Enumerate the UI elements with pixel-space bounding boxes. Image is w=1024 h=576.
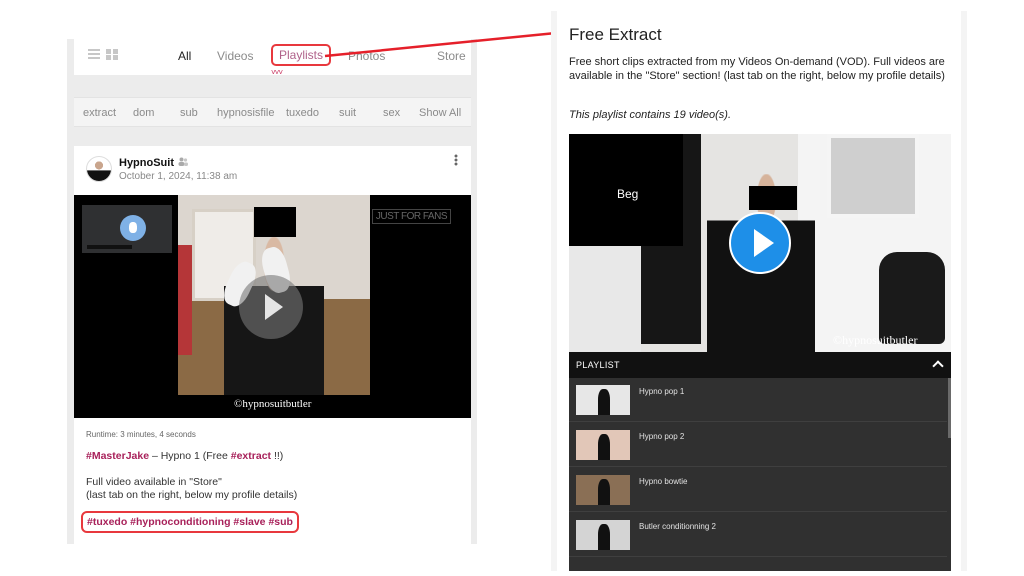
playlist-video-player[interactable]: Beg ©hypnosuitbutler: [569, 134, 951, 352]
playlist-header-label: PLAYLIST: [576, 360, 620, 370]
hashtag-link[interactable]: #MasterJake: [86, 450, 149, 462]
video-text-panel: Beg: [569, 134, 683, 246]
expand-chevron-icon[interactable]: ˅˅˅: [271, 68, 283, 77]
tab-bar: All Videos Playlists Photos Store ˅˅˅: [74, 39, 471, 77]
playlist-panel: Free Extract Free short clips extracted …: [551, 11, 967, 571]
tag-suit[interactable]: suit: [339, 107, 356, 119]
playlist-count: This playlist contains 19 video(s).: [569, 109, 732, 121]
tab-playlists[interactable]: Playlists: [271, 44, 332, 66]
play-icon[interactable]: [729, 212, 791, 274]
video-thumbnail: [576, 475, 630, 505]
playlist-item-title: Hypno bowtie: [639, 477, 688, 486]
tab-all[interactable]: All: [178, 49, 191, 63]
video-thumbnail: [576, 385, 630, 415]
justforfans-logo: JUST FOR FANS: [371, 209, 451, 224]
profile-feed-panel: All Videos Playlists Photos Store ˅˅˅ ex…: [67, 39, 477, 544]
video-thumbnail: [576, 430, 630, 460]
playlist-item-title: Butler conditionning 2: [639, 522, 716, 531]
more-options-icon[interactable]: [454, 154, 458, 166]
feed-post: HypnoSuit October 1, 2024, 11:38 am JUST…: [74, 146, 471, 544]
play-icon[interactable]: [239, 275, 303, 339]
tag-sub[interactable]: sub: [180, 107, 198, 119]
pip-label-bar: [87, 245, 132, 249]
tag-hypnosisfile[interactable]: hypnosisfile: [217, 107, 274, 119]
playlist-item[interactable]: Hypno pop 2: [569, 423, 947, 467]
video-overlay-text: Beg: [617, 187, 639, 201]
tag-filter-bar: extract dom sub hypnosisfile tuxedo suit…: [74, 97, 471, 127]
tab-videos[interactable]: Videos: [217, 49, 253, 63]
post-description: Full video available in "Store" (last ta…: [86, 476, 297, 502]
playlist-card: Free Extract Free short clips extracted …: [557, 11, 961, 571]
playlist-items: Hypno pop 1 Hypno pop 2 Hypno bowtie But…: [569, 378, 951, 571]
caption-text: – Hypno 1 (Free: [149, 450, 231, 462]
video-watermark: ©hypnosuitbutler: [234, 398, 312, 410]
description-line: Full video available in "Store": [86, 476, 222, 488]
caption-text: !!): [271, 450, 284, 462]
playlist-item-title: Hypno pop 1: [639, 387, 685, 396]
playlist-item[interactable]: Butler conditionning 2: [569, 513, 947, 557]
censor-bar: [749, 186, 797, 210]
picture-in-picture: [82, 205, 172, 253]
censor-bar: [254, 207, 296, 237]
followers-icon: [178, 157, 188, 166]
playlist-item[interactable]: Hypno pop 1: [569, 378, 947, 422]
tag-extract[interactable]: extract: [83, 107, 116, 119]
post-date: October 1, 2024, 11:38 am: [119, 171, 238, 182]
post-video-player[interactable]: JUST FOR FANS ©hypnosuitbutler: [74, 195, 471, 418]
playlist-title: Free Extract: [569, 25, 662, 44]
avatar[interactable]: [86, 156, 112, 182]
video-runtime: Runtime: 3 minutes, 4 seconds: [86, 430, 196, 439]
tab-photos[interactable]: Photos: [348, 49, 385, 63]
layout-toggle: [88, 49, 118, 60]
playlist-item-title: Hypno pop 2: [639, 432, 685, 441]
playlist-description: Free short clips extracted from my Video…: [569, 56, 945, 82]
grid-view-icon[interactable]: [106, 49, 118, 60]
video-wall-photo: [827, 134, 919, 218]
video-wall: [569, 246, 641, 352]
video-curtain: [178, 245, 192, 355]
description-line: (last tab on the right, below my profile…: [86, 489, 298, 501]
list-view-icon[interactable]: [88, 49, 100, 60]
video-chair: [879, 252, 945, 344]
hashtag-link[interactable]: #extract: [231, 450, 271, 462]
tag-show-all[interactable]: Show All: [419, 107, 461, 119]
tab-store[interactable]: Store: [437, 49, 466, 63]
playlist-header[interactable]: PLAYLIST: [569, 352, 951, 378]
tag-tuxedo[interactable]: tuxedo: [286, 107, 319, 119]
hashtag-list[interactable]: #tuxedo #hypnoconditioning #slave #sub: [81, 511, 299, 533]
tag-dom[interactable]: dom: [133, 107, 154, 119]
video-thumbnail: [576, 520, 630, 550]
tag-sex[interactable]: sex: [383, 107, 400, 119]
playlist-scrollbar[interactable]: [948, 378, 951, 438]
post-caption: #MasterJake – Hypno 1 (Free #extract !!): [86, 450, 283, 462]
post-author[interactable]: HypnoSuit: [119, 157, 174, 169]
playlist-item[interactable]: Hypno bowtie: [569, 468, 947, 512]
chevron-up-icon[interactable]: [932, 360, 944, 372]
user-placeholder-icon: [120, 215, 146, 241]
video-watermark: ©hypnosuitbutler: [833, 333, 918, 347]
